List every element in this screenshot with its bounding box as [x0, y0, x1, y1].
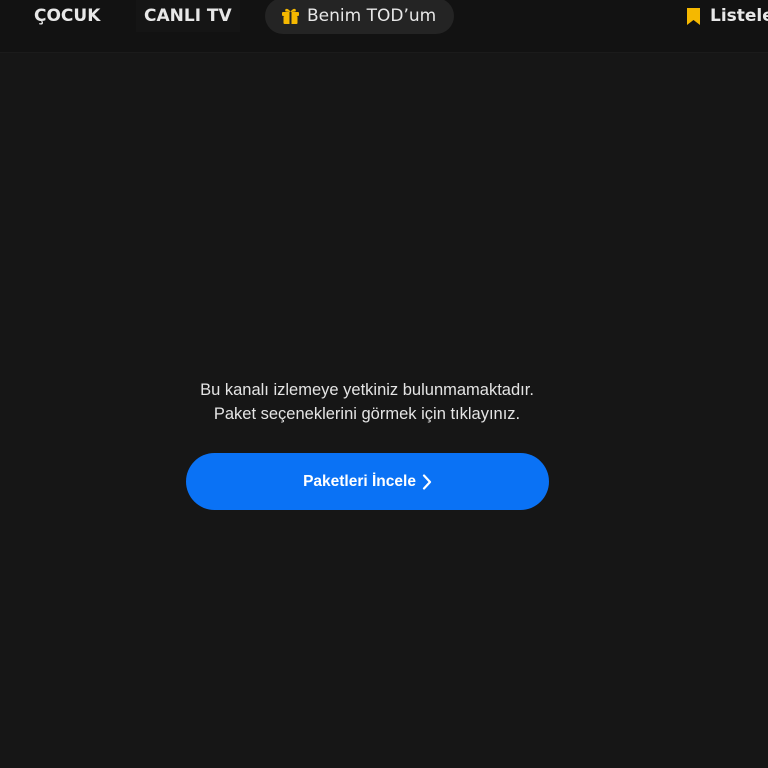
nav-item-canli-tv[interactable]: CANLI TV	[136, 0, 240, 32]
nav-item-canli-tv-label: CANLI TV	[144, 6, 232, 26]
gift-icon	[281, 7, 300, 25]
view-packages-button[interactable]: Paketleri İncele	[186, 453, 549, 510]
chevron-right-icon	[422, 473, 432, 490]
nav-item-cocuk[interactable]: ÇOCUK	[34, 0, 100, 32]
nav-item-benim-tod-label: Benim TOD’um	[307, 6, 437, 26]
nav-item-benim-tod[interactable]: Benim TOD’um	[265, 0, 455, 34]
view-packages-button-label: Paketleri İncele	[303, 472, 416, 490]
top-navigation-bar: ÇOCUK CANLI TV Benim TOD’um Listele	[0, 0, 768, 52]
bookmark-icon	[686, 7, 701, 26]
unauthorized-message-line-2: Paket seçeneklerini görmek için tıklayın…	[213, 405, 521, 423]
nav-item-listele[interactable]: Listele	[686, 0, 768, 32]
nav-item-listele-label: Listele	[710, 6, 768, 26]
unauthorized-message-line-1: Bu kanalı izlemeye yetkiniz bulunmamakta…	[200, 381, 534, 399]
nav-item-cocuk-label: ÇOCUK	[34, 6, 101, 26]
unauthorized-message: Bu kanalı izlemeye yetkiniz bulunmamakta…	[0, 378, 734, 426]
